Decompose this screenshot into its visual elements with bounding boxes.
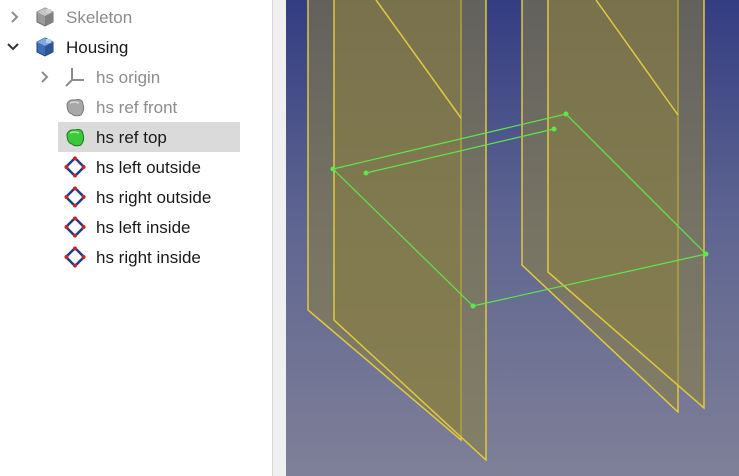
sketch-vertex[interactable]	[470, 303, 476, 309]
green-shape-icon	[66, 129, 85, 147]
tree-item-skeleton[interactable]: Skeleton	[0, 2, 272, 32]
tree-item-hs-left-outside[interactable]: hs left outside	[0, 152, 272, 182]
tree-item-hs-ref-top[interactable]: hs ref top	[0, 122, 272, 152]
chevron-right-icon[interactable]	[38, 70, 52, 84]
tree-item-label: hs ref front	[96, 98, 178, 117]
tree-item-label: hs origin	[96, 68, 161, 87]
tree-item-label: hs left outside	[96, 158, 201, 177]
sketch-icon	[64, 186, 86, 208]
sketch-icon	[64, 216, 86, 238]
tree-item-label: Housing	[66, 38, 129, 57]
sketch-vertex[interactable]	[563, 111, 569, 117]
sketch-icon	[64, 156, 86, 178]
sketch-vertex[interactable]	[551, 126, 557, 132]
3d-scene[interactable]	[286, 0, 739, 476]
tree-item-label: hs right outside	[96, 188, 212, 207]
3d-viewport[interactable]	[286, 0, 739, 476]
panel-splitter[interactable]	[272, 0, 286, 476]
plane-left-inner[interactable]	[333, 0, 487, 462]
tree-item-housing[interactable]: Housing	[0, 32, 272, 62]
sketch-vertex[interactable]	[703, 251, 709, 257]
tree-item-hs-right-outside[interactable]: hs right outside	[0, 182, 272, 212]
gray-shape-icon	[66, 99, 85, 117]
chevron-right-icon[interactable]	[8, 10, 22, 24]
tree-item-hs-right-inside[interactable]: hs right inside	[0, 242, 272, 272]
tree-item-label: Skeleton	[66, 8, 133, 27]
chevron-down-icon[interactable]	[6, 40, 20, 54]
tree-item-label: hs ref top	[96, 128, 167, 147]
sketch-vertex[interactable]	[363, 170, 369, 176]
gray-body-icon	[36, 7, 54, 27]
tree-item-hs-ref-front[interactable]: hs ref front	[0, 92, 272, 122]
sketch-icon	[64, 246, 86, 268]
sketch-vertex[interactable]	[330, 166, 336, 172]
blue-body-icon	[36, 37, 54, 57]
model-tree: Skeleton Housing hs origin hs ref front …	[0, 0, 272, 476]
tree-item-label: hs right inside	[96, 248, 201, 267]
tree-item-hs-origin[interactable]: hs origin	[0, 62, 272, 92]
origin-axes-icon	[65, 68, 84, 87]
tree-item-hs-left-inside[interactable]: hs left inside	[0, 212, 272, 242]
tree-item-label: hs left inside	[96, 218, 191, 237]
